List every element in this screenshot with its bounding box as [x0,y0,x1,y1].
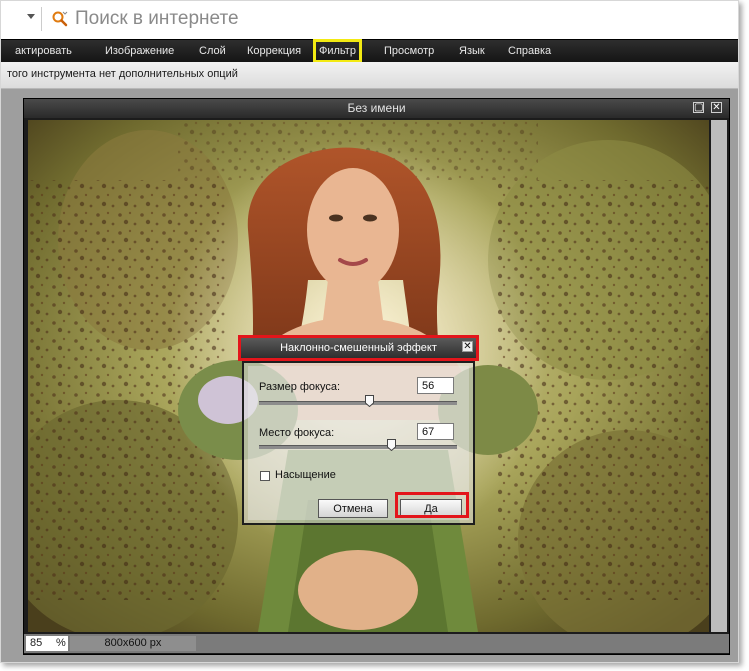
dialog-close-icon[interactable]: ✕ [462,341,473,352]
status-bar: 85 % 800x600 px [24,634,729,653]
menu-help[interactable]: Справка [508,40,551,62]
search-provider-icon[interactable] [51,10,69,28]
screenshot-frame: актировать Изображение Слой Коррекция Фи… [0,0,739,663]
focus-position-slider-thumb[interactable] [387,439,396,451]
menu-language[interactable]: Язык [459,40,485,62]
menu-filter[interactable]: Фильтр [313,39,362,63]
menu-image[interactable]: Изображение [105,40,174,62]
focus-size-label: Размер фокуса: [259,381,341,393]
dialog-title[interactable]: Наклонно-смешенный эффект [241,338,476,358]
vertical-scrollbar[interactable] [711,120,727,632]
dropdown-arrow-icon[interactable] [27,14,35,19]
menu-layer[interactable]: Слой [199,40,226,62]
menu-view[interactable]: Просмотр [384,40,434,62]
separator [41,7,42,31]
menu-bar: актировать Изображение Слой Коррекция Фи… [1,39,738,63]
document-title: Без имени [24,99,729,118]
maximize-icon[interactable]: ▢ [693,102,704,113]
menu-edit[interactable]: актировать [15,40,72,62]
saturation-checkbox[interactable] [260,471,270,481]
focus-size-slider-thumb[interactable] [365,395,374,407]
search-input[interactable] [75,7,475,31]
document-size: 800x600 px [70,636,196,651]
saturation-label: Насыщение [275,469,336,481]
browser-search-bar [1,1,738,38]
focus-size-input[interactable]: 56 [417,377,454,394]
focus-position-label: Место фокуса: [259,427,335,439]
cancel-button[interactable]: Отмена [318,499,388,518]
tilt-shift-dialog: Наклонно-смешенный эффект ✕ Размер фокус… [238,335,479,525]
zoom-unit: % [56,637,66,649]
focus-position-slider[interactable] [259,445,457,449]
focus-size-slider[interactable] [259,401,457,405]
ok-highlight-box [395,492,469,518]
tool-options-bar: того инструмента нет дополнительных опци… [1,62,738,89]
close-icon[interactable]: ✕ [711,102,722,113]
focus-position-input[interactable]: 67 [417,423,454,440]
tool-options-text: того инструмента нет дополнительных опци… [7,68,238,80]
menu-adjustment[interactable]: Коррекция [247,40,301,62]
